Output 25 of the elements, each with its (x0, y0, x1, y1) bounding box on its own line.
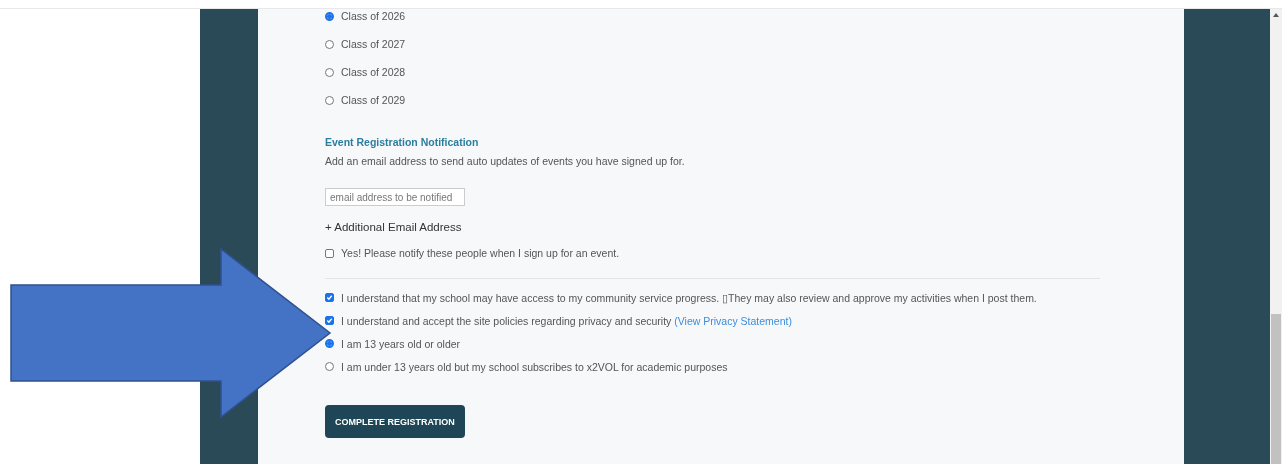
checkbox[interactable] (325, 248, 334, 258)
complete-registration-button[interactable]: COMPLETE REGISTRATION (325, 405, 465, 438)
radio-label: Class of 2029 (341, 94, 406, 106)
radio-button[interactable] (325, 339, 334, 348)
section-heading: Event Registration Notification (325, 136, 480, 148)
radio-label: Class of 2026 (341, 10, 406, 22)
radio-label: Class of 2028 (341, 66, 406, 78)
section-description: Add an email address to send auto updates of events you have signed up for. (325, 155, 686, 167)
radio-label: I am under 13 years old but my school subscribes to x2VOL for academic purposes (341, 360, 728, 373)
radio-button[interactable] (325, 95, 334, 105)
radio-button[interactable] (325, 39, 334, 49)
checkbox-label: I understand that my school may have access to my community service progress. ▯They may also review and approve my activities when I post them. (341, 291, 1037, 304)
checkbox[interactable] (325, 293, 334, 302)
radio-label: Class of 2027 (341, 38, 406, 50)
checkbox-label: Yes! Please notify these people when I sign up for an event. (341, 247, 620, 259)
checkbox-label: I understand and accept the site policies regarding privacy and security (View Privacy Statement) (341, 314, 792, 327)
radio-button[interactable] (325, 11, 334, 21)
scrollbar[interactable] (1270, 9, 1282, 464)
radio-button[interactable] (325, 67, 334, 77)
radio-label: I am 13 years old or older (341, 337, 461, 350)
add-email-link[interactable]: + Additional Email Address (325, 221, 462, 233)
radio-button[interactable] (325, 362, 334, 371)
email-field[interactable]: email address to be notified (325, 188, 465, 206)
scroll-up-icon[interactable] (1273, 13, 1279, 17)
checkbox[interactable] (325, 316, 334, 325)
